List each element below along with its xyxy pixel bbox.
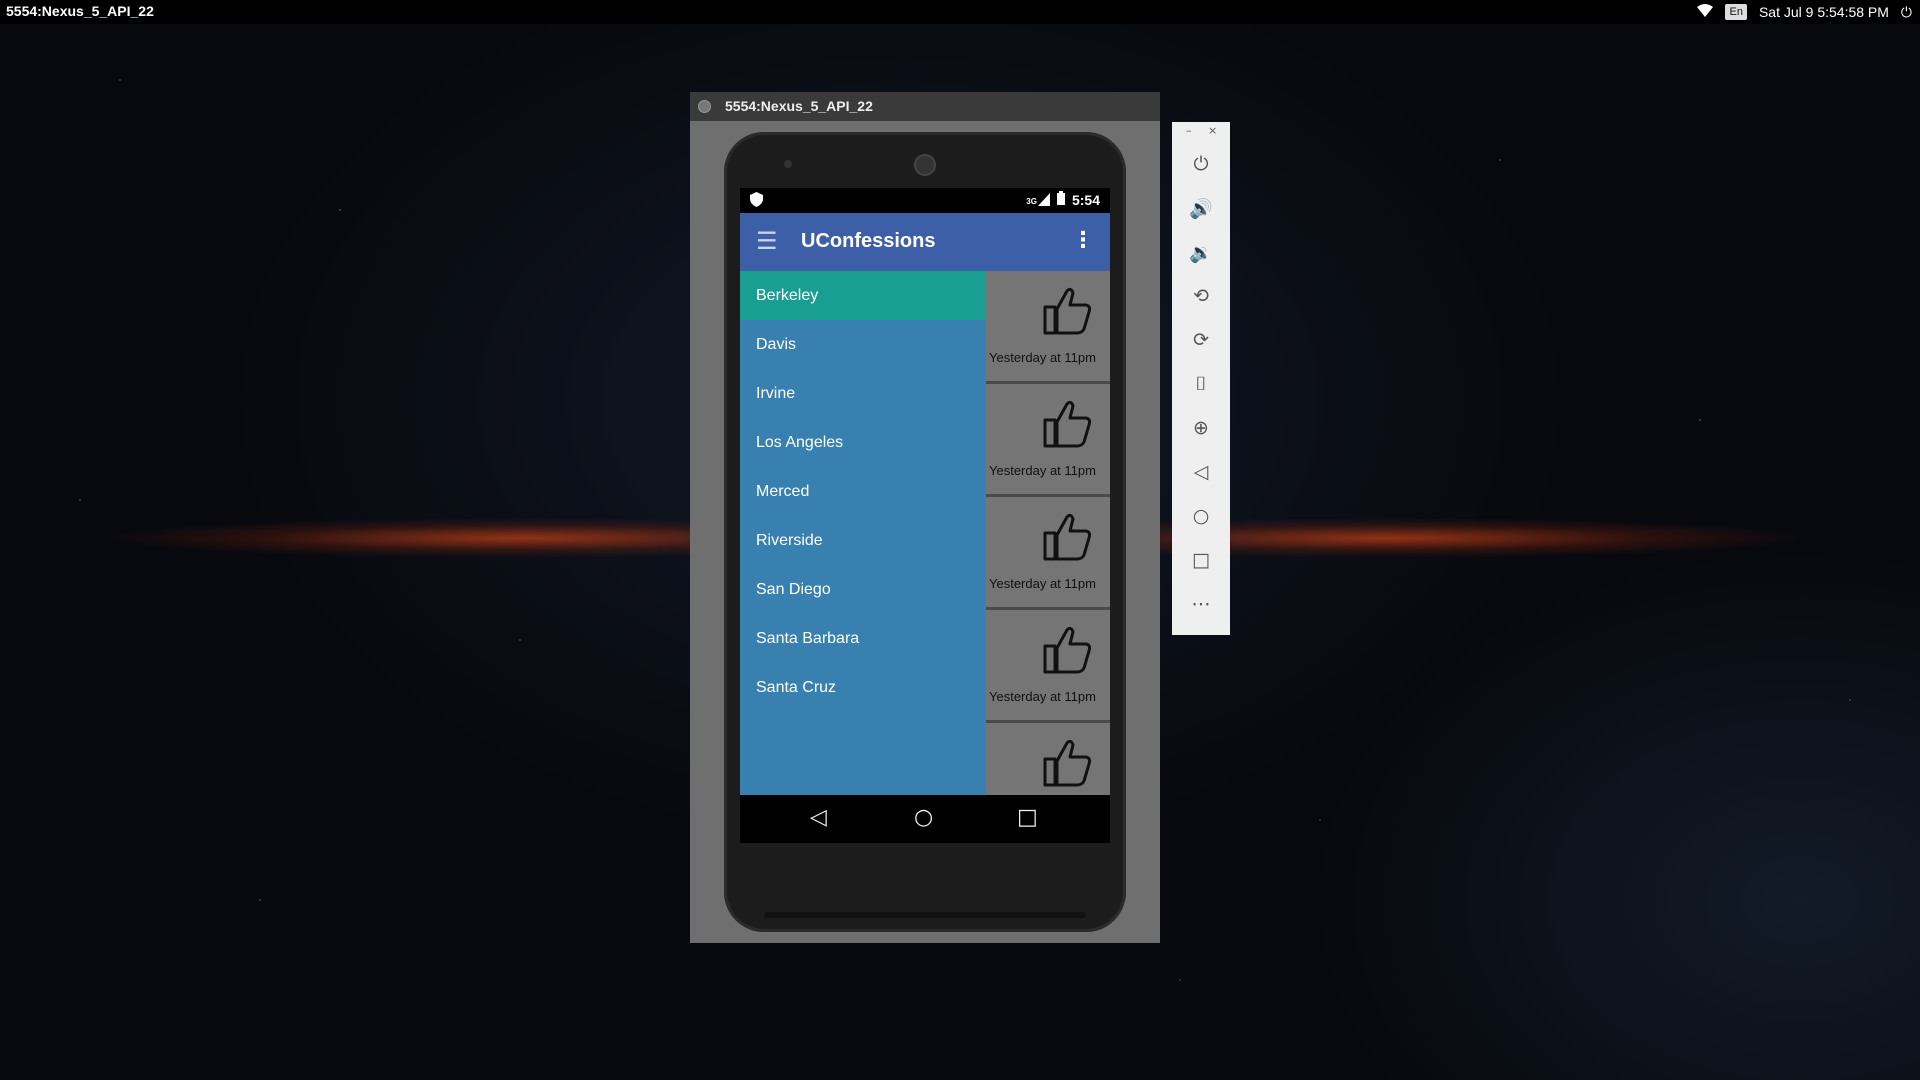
hamburger-menu-icon[interactable]: ☰ — [756, 227, 778, 255]
minimize-icon[interactable]: – — [1186, 124, 1192, 137]
phone-speaker-grille — [764, 912, 1086, 918]
vpn-shield-icon — [750, 192, 763, 211]
power-icon[interactable]: ⏻ — [1187, 150, 1215, 178]
wifi-icon[interactable] — [1697, 3, 1714, 21]
post-time: Yesterday at 11pm — [989, 463, 1096, 478]
drawer-item-berkeley[interactable]: Berkeley — [740, 271, 986, 320]
settings-icon[interactable]: ⏻ — [1901, 4, 1912, 21]
close-icon[interactable]: × — [1208, 124, 1217, 137]
emulator-title-bar[interactable]: 5554:Nexus_5_API_22 — [690, 92, 1160, 121]
drawer-item-santa-barbara[interactable]: Santa Barbara — [740, 614, 986, 663]
zoom-icon[interactable]: ⊕ — [1187, 414, 1215, 442]
feed-card[interactable]: Yesterday at 11pm — [986, 271, 1110, 384]
thumbs-up-icon[interactable] — [1040, 396, 1094, 450]
phone-screen: 3G 5:54 ☰ UConfessions ⋮ Yesterday at 11… — [740, 188, 1110, 843]
phone-frame: 3G 5:54 ☰ UConfessions ⋮ Yesterday at 11… — [724, 132, 1126, 932]
feed-card[interactable]: Yesterday at 11pm — [986, 384, 1110, 497]
earpiece — [914, 154, 936, 176]
volume-down-icon[interactable]: 🔉 — [1187, 238, 1215, 266]
post-time: Yesterday at 11pm — [989, 689, 1096, 704]
overview-icon[interactable]: □ — [1187, 546, 1215, 574]
network-type: 3G — [1026, 197, 1037, 206]
post-time: Yesterday at 11pm — [989, 350, 1096, 365]
feed-card[interactable]: Yesterday at 11pm — [986, 497, 1110, 610]
android-status-bar: 3G 5:54 — [740, 188, 1110, 213]
post-time: Yesterday at 11pm — [989, 576, 1096, 591]
clock[interactable]: Sat Jul 9 5:54:58 PM — [1759, 4, 1889, 20]
rotate-right-icon[interactable]: ⟳ — [1187, 326, 1215, 354]
drawer-item-los-angeles[interactable]: Los Angeles — [740, 418, 986, 467]
more-icon[interactable]: ⋯ — [1187, 590, 1215, 618]
emulator-window: 5554:Nexus_5_API_22 3G 5:54 ☰ UConfessio… — [690, 92, 1160, 943]
drawer-item-san-diego[interactable]: San Diego — [740, 565, 986, 614]
camera-icon[interactable]: ⌷ — [1187, 370, 1215, 398]
emulator-control-panel: – × ⏻ 🔊 🔉 ⟲ ⟳ ⌷ ⊕ ◁ ○ □ ⋯ — [1172, 122, 1230, 635]
drawer-item-merced[interactable]: Merced — [740, 467, 986, 516]
home-icon[interactable]: ○ — [1187, 502, 1215, 530]
nav-back-icon[interactable]: ◁ — [810, 805, 827, 830]
back-icon[interactable]: ◁ — [1187, 458, 1215, 486]
close-window-button[interactable] — [698, 100, 711, 113]
feed-card[interactable]: Yesterday at 11pm — [986, 610, 1110, 723]
drawer-item-riverside[interactable]: Riverside — [740, 516, 986, 565]
drawer-item-irvine[interactable]: Irvine — [740, 369, 986, 418]
front-camera — [784, 160, 792, 168]
overflow-menu-icon[interactable]: ⋮ — [1072, 228, 1094, 253]
app-toolbar: ☰ UConfessions ⋮ — [740, 213, 1110, 271]
navigation-drawer: Berkeley Davis Irvine Los Angeles Merced… — [740, 271, 986, 795]
nav-home-icon[interactable]: ○ — [914, 805, 933, 830]
status-time: 5:54 — [1071, 191, 1100, 208]
system-tray: En Sat Jul 9 5:54:58 PM ⏻ — [1697, 2, 1912, 22]
rotate-left-icon[interactable]: ⟲ — [1187, 282, 1215, 310]
thumbs-up-icon[interactable] — [1040, 283, 1094, 337]
panel-window-buttons: – × — [1172, 122, 1230, 142]
keyboard-layout-indicator[interactable]: En — [1725, 4, 1747, 20]
confession-feed[interactable]: Yesterday at 11pm Yesterday at 11pm Yest… — [986, 271, 1110, 836]
volume-up-icon[interactable]: 🔊 — [1187, 194, 1215, 222]
emulator-title: 5554:Nexus_5_API_22 — [725, 98, 873, 114]
app-title: UConfessions — [801, 230, 936, 252]
thumbs-up-icon[interactable] — [1040, 622, 1094, 676]
drawer-item-davis[interactable]: Davis — [740, 320, 986, 369]
thumbs-up-icon[interactable] — [1040, 509, 1094, 563]
battery-icon — [1056, 191, 1065, 208]
drawer-item-santa-cruz[interactable]: Santa Cruz — [740, 663, 986, 712]
thumbs-up-icon[interactable] — [1040, 735, 1094, 789]
nav-recents-icon[interactable]: □ — [1017, 805, 1038, 830]
active-window-title: 5554:Nexus_5_API_22 — [6, 3, 154, 19]
system-top-bar: 5554:Nexus_5_API_22 En Sat Jul 9 5:54:58… — [0, 0, 1920, 24]
android-navigation-bar: ◁ ○ □ — [740, 795, 1110, 843]
signal-icon: 3G — [1026, 193, 1050, 206]
